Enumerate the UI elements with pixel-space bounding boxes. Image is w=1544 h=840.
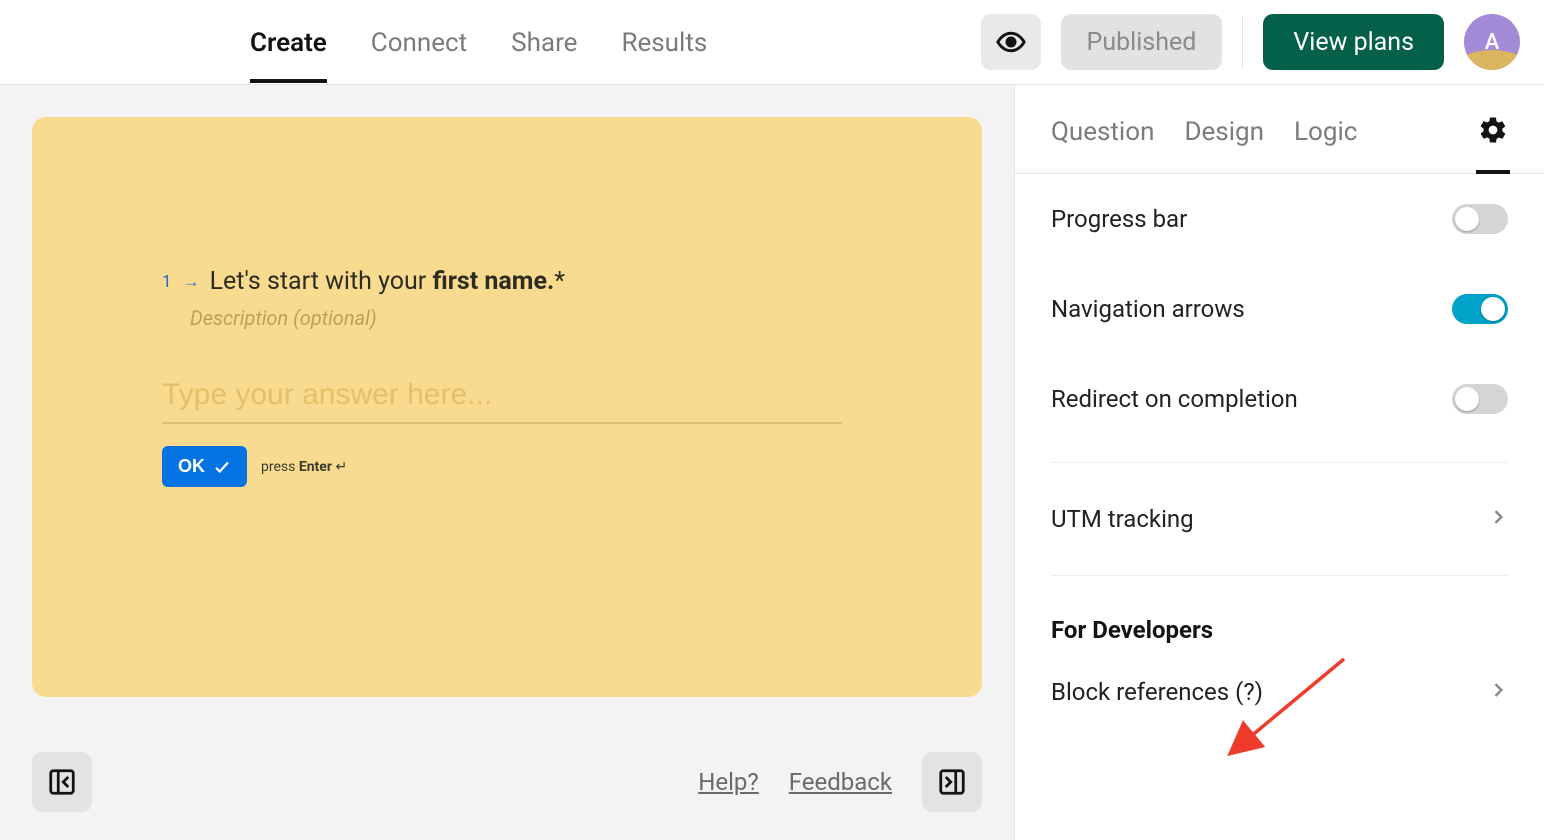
tab-create[interactable]: Create [250,2,327,82]
footer-links: Help? Feedback [698,752,982,812]
question-text-prefix: Let's start with your [210,267,433,296]
row-label: Progress bar [1051,205,1187,233]
avatar-initial: A [1485,30,1500,55]
help-link[interactable]: Help? [698,768,759,796]
main-area: 1 → Let's start with your first name.* D… [0,85,1544,840]
question-text-bold: first name. [432,267,554,296]
row-block-references[interactable]: Block references (?) [1051,654,1508,730]
settings-list: Progress bar Navigation arrows Redirect … [1015,174,1544,730]
row-label: Redirect on completion [1051,385,1298,413]
row-redirect-on-completion: Redirect on completion [1051,354,1508,444]
question-title-row: 1 → Let's start with your first name.* [162,267,852,296]
toggle-redirect[interactable] [1452,384,1508,414]
tab-results[interactable]: Results [621,2,707,82]
avatar[interactable]: A [1464,14,1520,70]
panel-collapse-right-icon [937,767,967,797]
question-text[interactable]: Let's start with your first name.* [210,267,565,296]
gear-icon [1478,115,1508,145]
ok-button[interactable]: OK [162,446,247,487]
canvas-footer: Help? Feedback [32,752,982,812]
row-utm-tracking[interactable]: UTM tracking [1051,481,1508,557]
developers-section: For Developers Block references (?) [1051,575,1508,730]
arrow-right-icon: → [183,272,200,292]
separator [1242,16,1243,68]
settings-section: UTM tracking [1051,462,1508,557]
collapse-right-button[interactable] [922,752,982,812]
preview-button[interactable] [981,14,1041,70]
ok-hint: press Enter ↵ [261,459,347,475]
sidepanel-tab-design[interactable]: Design [1184,107,1264,171]
row-label: UTM tracking [1051,505,1194,533]
row-navigation-arrows: Navigation arrows [1051,264,1508,354]
sidepanel-tab-logic[interactable]: Logic [1294,107,1357,171]
developers-header: For Developers [1051,594,1508,654]
canvas-area: 1 → Let's start with your first name.* D… [0,85,1014,840]
answer-input[interactable] [162,376,842,424]
question-description[interactable]: Description (optional) [162,306,852,330]
question-card: 1 → Let's start with your first name.* D… [32,117,982,697]
toggle-progress-bar[interactable] [1452,204,1508,234]
tab-connect[interactable]: Connect [371,2,467,82]
ok-row: OK press Enter ↵ [162,446,852,487]
eye-icon [996,27,1026,57]
hint-key: Enter [299,459,332,475]
chevron-right-icon [1488,678,1508,706]
row-label: Block references (?) [1051,678,1263,706]
view-plans-button[interactable]: View plans [1263,14,1444,70]
hint-prefix: press [261,459,299,475]
question-number: 1 [162,272,173,292]
question-required-marker: * [554,267,565,296]
row-label: Navigation arrows [1051,295,1245,323]
check-icon [213,458,231,476]
sidepanel-tabs: Question Design Logic [1015,85,1544,174]
ok-label: OK [178,456,205,477]
collapse-left-button[interactable] [32,752,92,812]
row-progress-bar: Progress bar [1051,174,1508,264]
tab-share[interactable]: Share [511,2,577,82]
feedback-link[interactable]: Feedback [789,768,892,796]
sidepanel-tab-settings[interactable] [1478,105,1508,173]
enter-glyph-icon: ↵ [335,459,347,475]
main-tabs: Create Connect Share Results [250,2,707,82]
top-bar: Create Connect Share Results Published V… [0,0,1544,85]
sidepanel-tab-question[interactable]: Question [1051,107,1154,171]
chevron-right-icon [1488,505,1508,533]
toggle-navigation-arrows[interactable] [1452,294,1508,324]
side-panel: Question Design Logic Progress bar Navig… [1014,85,1544,840]
panel-collapse-left-icon [47,767,77,797]
published-status: Published [1061,14,1223,70]
top-right: Published View plans A [981,14,1520,70]
